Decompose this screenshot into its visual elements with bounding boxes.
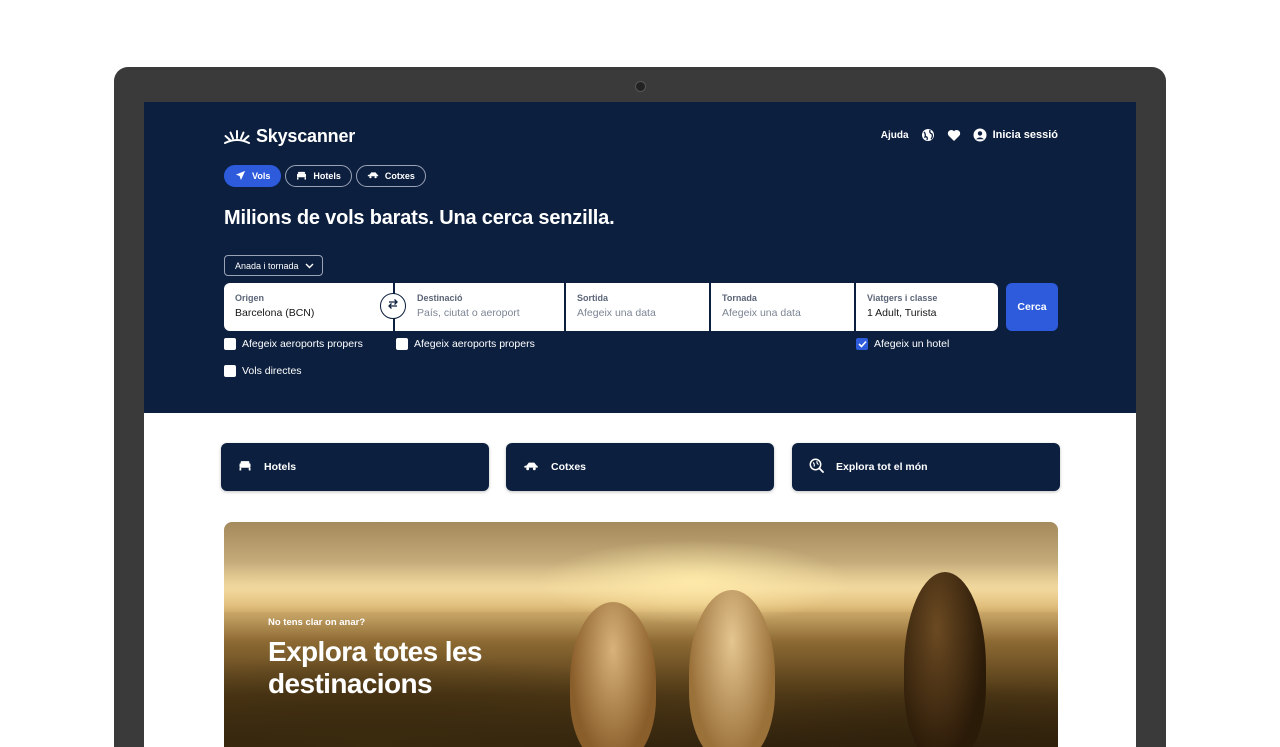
destination-placeholder: País, ciutat o aeroport — [417, 307, 520, 319]
hotels-card[interactable]: Hotels — [221, 443, 489, 491]
banner-title[interactable]: Explora totes les destinacions — [268, 636, 588, 700]
checkbox-box — [224, 338, 236, 350]
bed-icon — [238, 460, 252, 474]
check-icon — [857, 340, 867, 348]
cars-card[interactable]: Cotxes — [506, 443, 774, 491]
laptop-frame: Skyscanner Ajuda Inicia sessió Vols Hote… — [114, 67, 1166, 747]
skyscanner-logo[interactable]: Skyscanner — [224, 126, 355, 147]
brand-name: Skyscanner — [256, 126, 356, 146]
origin-value: Barcelona (BCN) — [235, 307, 315, 319]
plane-icon — [235, 170, 246, 183]
banner-kicker: No tens clar on anar? — [268, 617, 366, 628]
tab-cars[interactable]: Cotxes — [355, 165, 426, 187]
header-actions: Ajuda Inicia sessió — [881, 128, 1058, 142]
chevron-down-icon — [305, 261, 314, 271]
return-label: Tornada — [722, 293, 757, 303]
cars-card-label: Cotxes — [551, 461, 587, 473]
add-hotel-label: Afegeix un hotel — [874, 338, 950, 350]
add-hotel-checkbox[interactable]: Afegeix un hotel — [856, 338, 949, 350]
banner-photo-person — [689, 590, 775, 747]
checkbox-checked — [856, 338, 868, 350]
login-button[interactable]: Inicia sessió — [973, 128, 1058, 142]
travellers-label: Viatgers i classe — [867, 293, 938, 303]
trip-type-value: Anada i tornada — [235, 260, 299, 271]
origin-field[interactable]: Origen Barcelona (BCN) — [224, 283, 393, 331]
car-icon — [367, 171, 379, 181]
explore-card-label: Explora tot el món — [836, 461, 928, 473]
travellers-field[interactable]: Viatgers i classe 1 Adult, Turista — [856, 283, 998, 331]
travellers-value: 1 Adult, Turista — [867, 307, 937, 319]
destination-field[interactable]: Destinació País, ciutat o aeroport — [395, 283, 564, 331]
login-label: Inicia sessió — [992, 129, 1058, 141]
tab-hotels-label: Hotels — [313, 171, 341, 181]
help-link[interactable]: Ajuda — [881, 130, 909, 141]
user-icon — [973, 128, 987, 142]
swap-arrows-icon — [387, 297, 399, 315]
return-date-field[interactable]: Tornada Afegeix una data — [711, 283, 854, 331]
flight-search-form: Origen Barcelona (BCN) Destinació País, … — [224, 283, 998, 331]
checkbox-box — [224, 365, 236, 377]
page-title: Milions de vols barats. Una cerca senzil… — [224, 207, 615, 229]
browser-screen: Skyscanner Ajuda Inicia sessió Vols Hote… — [144, 102, 1136, 747]
destination-label: Destinació — [417, 293, 463, 303]
search-hero: Skyscanner Ajuda Inicia sessió Vols Hote… — [144, 102, 1136, 413]
departure-placeholder: Afegeix una data — [577, 307, 656, 319]
checkbox-box — [396, 338, 408, 350]
return-placeholder: Afegeix una data — [722, 307, 801, 319]
departure-date-field[interactable]: Sortida Afegeix una data — [566, 283, 709, 331]
explore-icon — [809, 458, 824, 476]
nearby-origin-checkbox[interactable]: Afegeix aeroports propers — [224, 338, 363, 350]
tab-flights-label: Vols — [252, 171, 271, 181]
car-icon — [523, 461, 539, 474]
direct-flights-checkbox[interactable]: Vols directes — [224, 365, 302, 377]
origin-label: Origen — [235, 293, 265, 303]
banner-photo-person — [904, 572, 986, 747]
explore-banner[interactable]: No tens clar on anar? Explora totes les … — [224, 522, 1058, 747]
hotels-card-label: Hotels — [264, 461, 297, 473]
webcam — [635, 81, 646, 92]
explore-card[interactable]: Explora tot el món — [792, 443, 1060, 491]
nearby-destination-label: Afegeix aeroports propers — [414, 338, 535, 350]
nearby-destination-checkbox[interactable]: Afegeix aeroports propers — [396, 338, 535, 350]
direct-flights-label: Vols directes — [242, 365, 302, 377]
globe-icon[interactable] — [921, 128, 935, 142]
departure-label: Sortida — [577, 293, 609, 303]
tab-cars-label: Cotxes — [384, 171, 415, 181]
sunrise-logo-icon — [224, 129, 250, 145]
swap-locations-button[interactable] — [380, 293, 406, 319]
search-button[interactable]: Cerca — [1006, 283, 1058, 331]
bed-icon — [296, 171, 307, 182]
trip-type-select[interactable]: Anada i tornada — [224, 255, 323, 276]
heart-icon[interactable] — [947, 128, 961, 142]
tab-flights[interactable]: Vols — [224, 165, 282, 187]
tab-hotels[interactable]: Hotels — [285, 165, 352, 187]
product-tabs: Vols Hotels Cotxes — [224, 165, 426, 187]
nearby-origin-label: Afegeix aeroports propers — [242, 338, 363, 350]
